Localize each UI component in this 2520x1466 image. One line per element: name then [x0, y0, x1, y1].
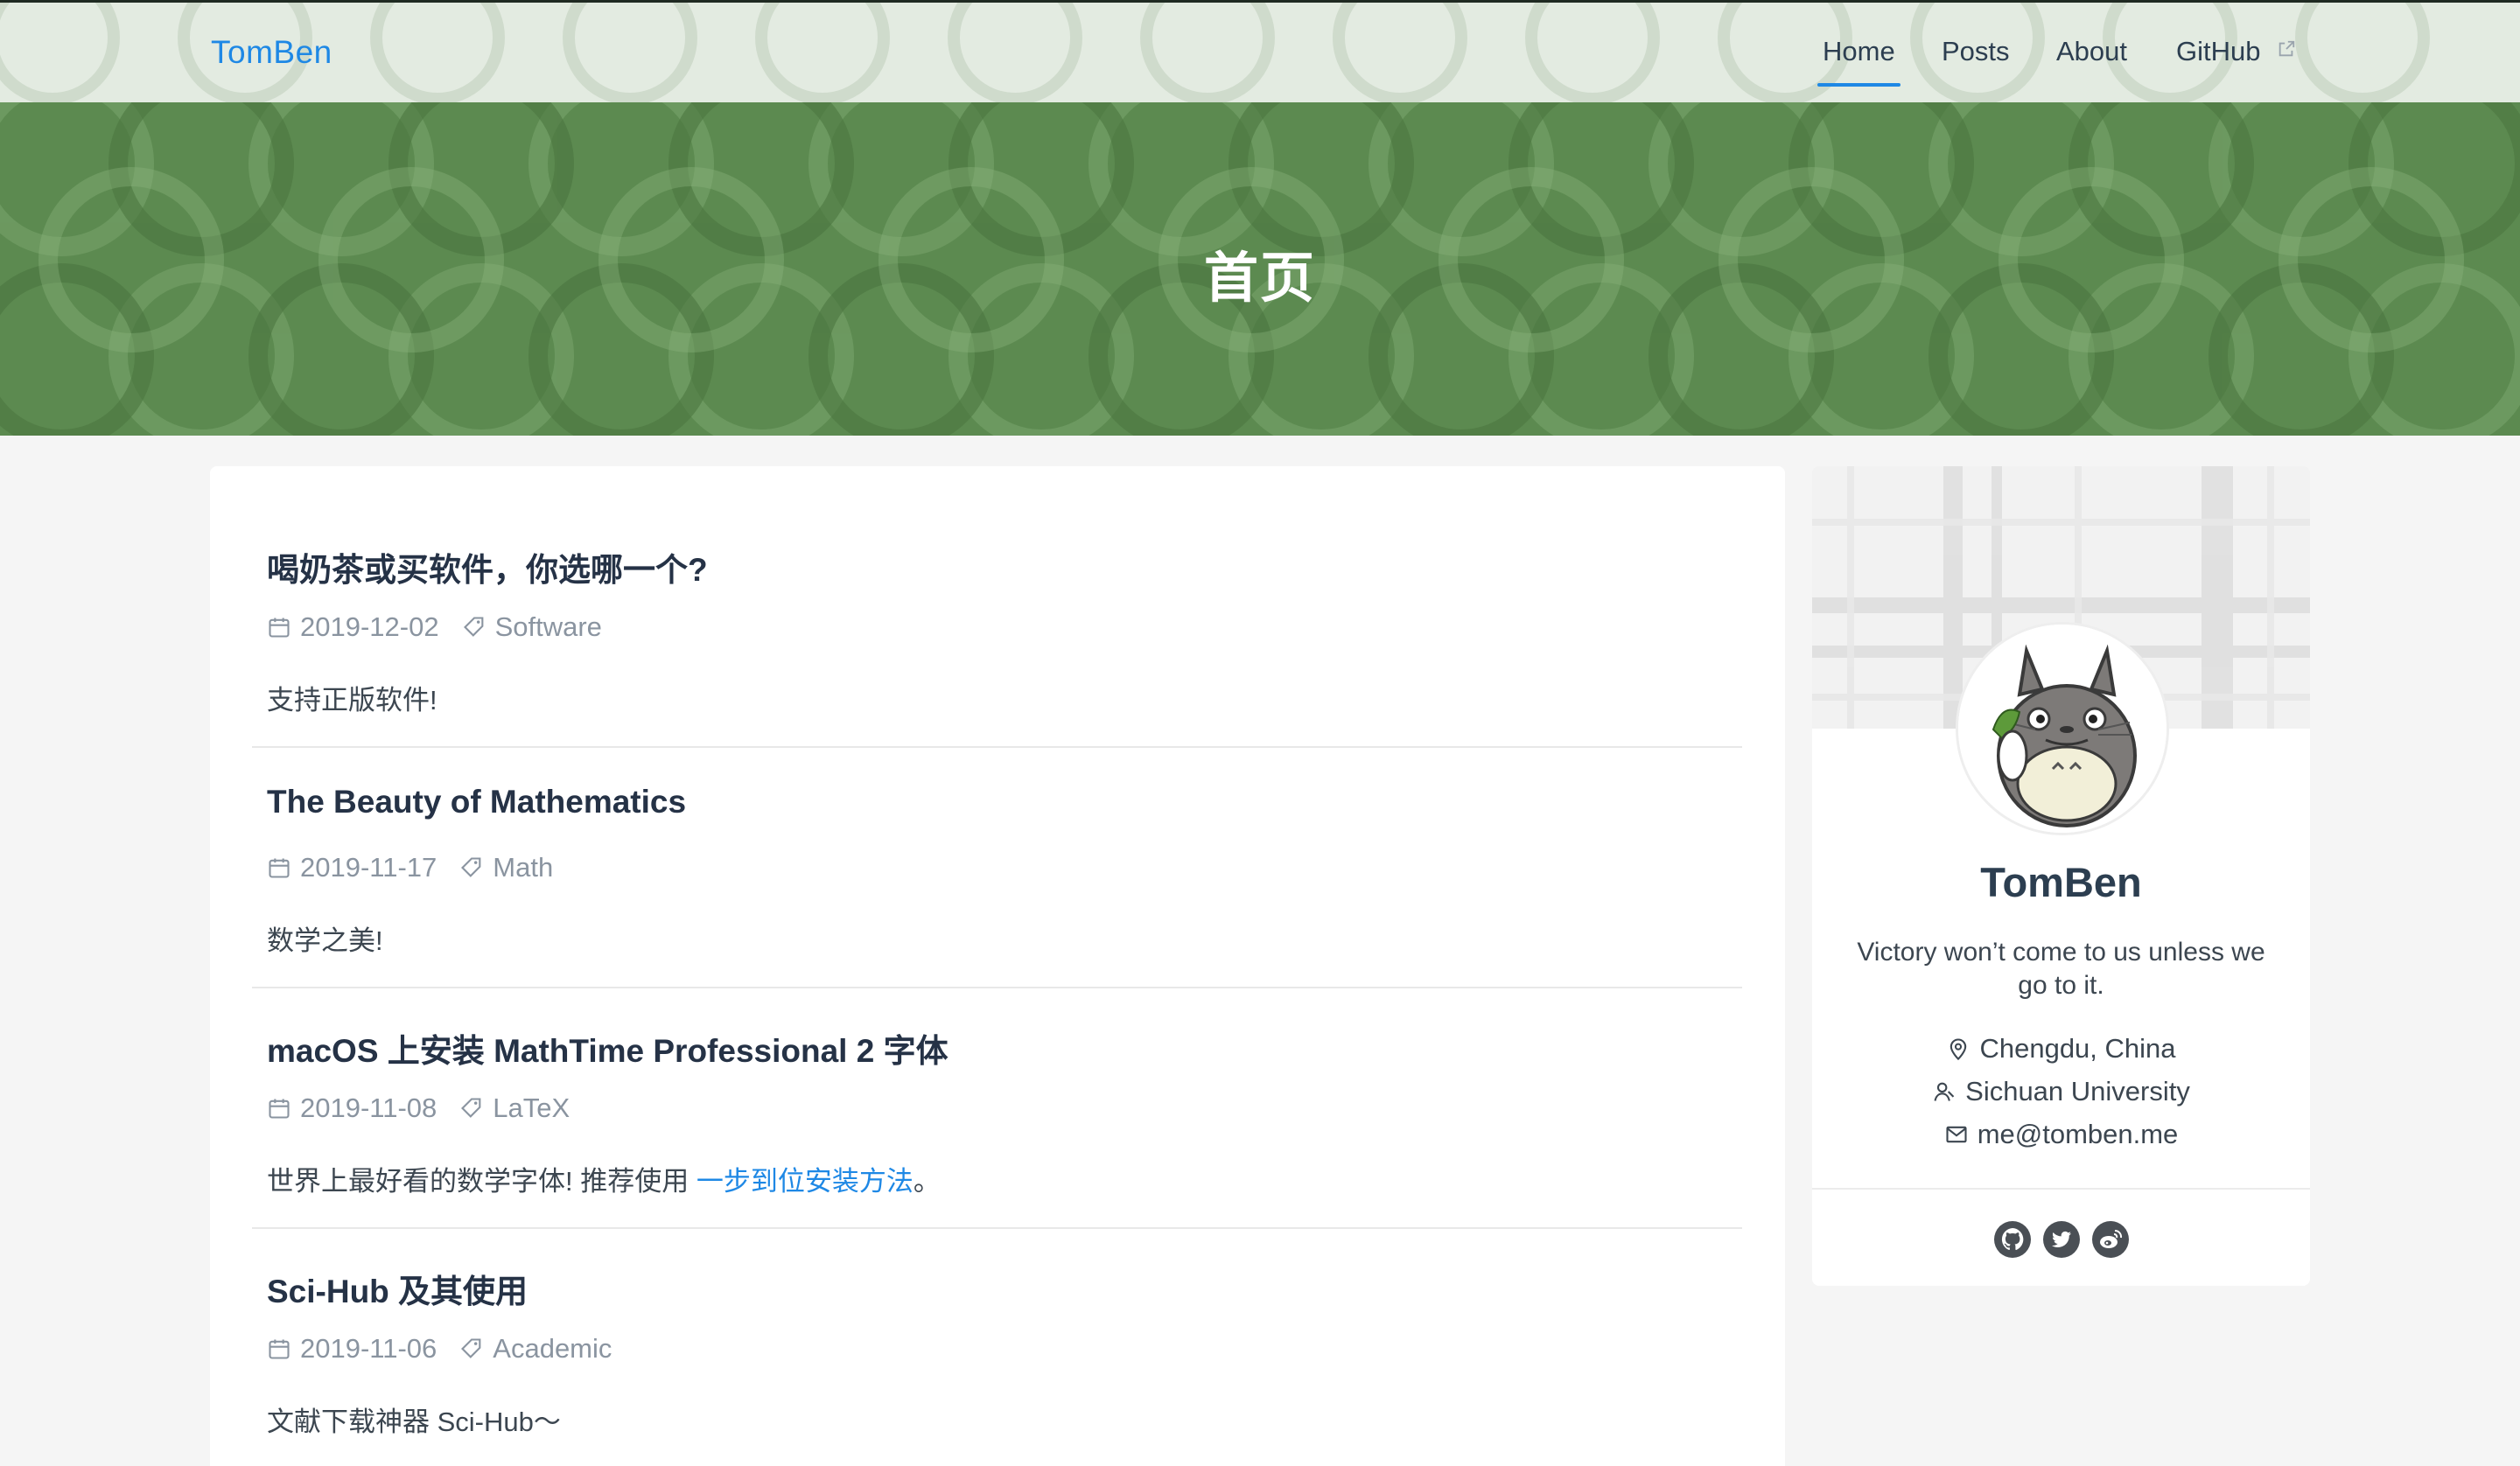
post-excerpt-tail: 。	[913, 1166, 941, 1197]
profile-organization-text: Sichuan University	[1965, 1076, 2190, 1106]
post-title[interactable]: 喝奶茶或买软件，你选哪一个?	[267, 543, 708, 590]
post-excerpt-text: 世界上最好看的数学字体! 推荐使用	[267, 1166, 696, 1197]
post-excerpt: 世界上最好看的数学字体! 推荐使用 一步到位安装方法。	[267, 1159, 941, 1198]
post-title[interactable]: Sci-Hub 及其使用	[267, 1265, 528, 1312]
weibo-icon[interactable]	[2091, 1220, 2130, 1259]
totoro-avatar-image	[1958, 625, 2166, 833]
github-icon[interactable]	[1993, 1220, 2032, 1259]
post-meta: 2019-11-06 Academic	[267, 1333, 612, 1365]
post-divider	[252, 746, 1742, 748]
mail-icon	[1946, 1126, 1967, 1143]
install-method-link[interactable]: 一步到位安装方法	[696, 1166, 914, 1197]
post-date: 2019-12-02	[300, 611, 439, 642]
post-date: 2019-11-06	[300, 1333, 438, 1364]
navbar: TomBen Home Posts About GitHub	[0, 3, 2520, 102]
post-excerpt: 数学之美!	[267, 925, 383, 956]
post-divider	[252, 987, 1742, 988]
post-date: 2019-11-08	[300, 1093, 438, 1123]
nav-posts[interactable]: Posts	[1942, 36, 2010, 67]
site-brand[interactable]: TomBen	[211, 34, 332, 71]
nav-home[interactable]: Home	[1817, 36, 1900, 87]
avatar[interactable]	[1956, 622, 2169, 835]
profile-bio: Victory won’t come to us unless we go to…	[1857, 938, 2265, 1000]
twitter-icon[interactable]	[2042, 1220, 2081, 1259]
navbar-pattern	[0, 3, 2430, 102]
post-meta: 2019-11-17 Math	[267, 852, 553, 883]
post-tag[interactable]: Math	[493, 852, 553, 883]
profile-divider	[1812, 1188, 2310, 1190]
post-excerpt: 支持正版软件!	[267, 685, 438, 716]
page-title: 首页	[1203, 248, 1316, 309]
tag-icon	[461, 1098, 481, 1118]
calendar-icon	[269, 1339, 290, 1359]
hero-banner: 首页	[0, 102, 2520, 436]
tag-icon	[461, 1338, 481, 1358]
nav-about[interactable]: About	[2056, 36, 2127, 67]
calendar-icon	[269, 1099, 290, 1119]
profile-email-text: me@tomben.me	[1977, 1119, 2179, 1149]
calendar-icon	[269, 618, 290, 638]
profile-organization: Sichuan University	[1812, 1076, 2310, 1107]
external-link-icon	[2278, 40, 2295, 57]
profile-card: TomBen Victory won’t come to us unless w…	[1812, 466, 2310, 1286]
post-tag[interactable]: Software	[495, 611, 602, 643]
social-links	[1812, 1220, 2310, 1259]
profile-email[interactable]: me@tomben.me	[1812, 1119, 2310, 1150]
post-divider	[252, 1227, 1742, 1229]
post-meta: 2019-11-08 LaTeX	[267, 1093, 570, 1124]
post-tag[interactable]: LaTeX	[493, 1093, 570, 1124]
post-excerpt: 文献下载神器 Sci-Hub〜	[267, 1407, 561, 1437]
nav-github[interactable]: GitHub	[2176, 36, 2296, 67]
user-group-icon	[1934, 1082, 1955, 1101]
profile-location: Chengdu, China	[1812, 1033, 2310, 1065]
tag-icon	[461, 857, 481, 877]
calendar-icon	[269, 858, 290, 878]
post-meta: 2019-12-02 Software	[267, 611, 602, 643]
profile-location-text: Chengdu, China	[1979, 1033, 2176, 1064]
nav-github-label: GitHub	[2176, 36, 2261, 66]
post-date: 2019-11-17	[300, 852, 438, 883]
profile-name: TomBen	[1980, 859, 2142, 905]
posts-card: 喝奶茶或买软件，你选哪一个? 2019-12-02 Software 支持正版软…	[210, 466, 1785, 1466]
post-title[interactable]: The Beauty of Mathematics	[267, 784, 686, 820]
post-tag[interactable]: Academic	[493, 1333, 612, 1365]
post-title[interactable]: macOS 上安装 MathTime Professional 2 字体	[267, 1024, 948, 1072]
tag-icon	[463, 617, 483, 637]
location-pin-icon	[1950, 1038, 1967, 1061]
